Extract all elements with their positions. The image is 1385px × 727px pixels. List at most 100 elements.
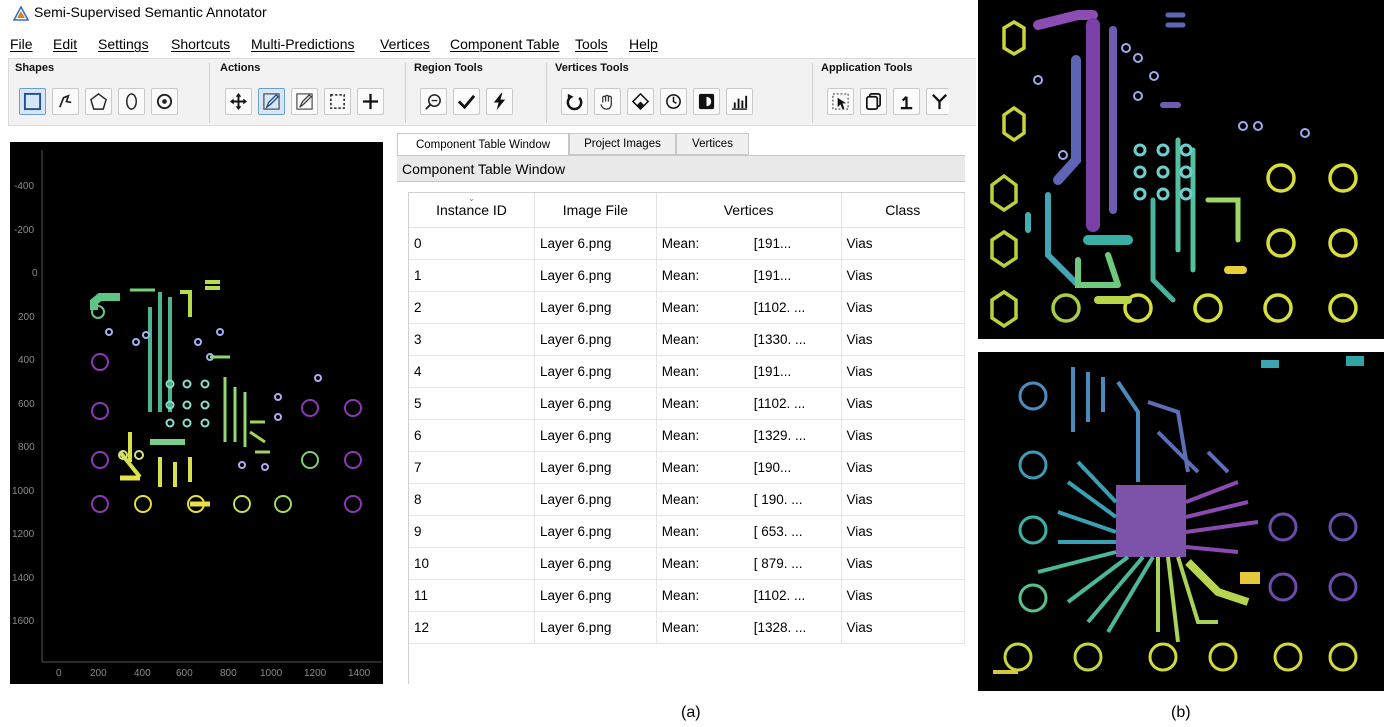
cell-instance-id[interactable]: 9 <box>409 515 536 548</box>
table-row[interactable]: 4 Layer 6.png Mean: [191... Vias <box>409 355 965 388</box>
move-tool-button[interactable] <box>225 88 252 115</box>
cell-image-file[interactable]: Layer 6.png <box>534 419 657 452</box>
table-row[interactable]: 0 Layer 6.png Mean: [191... Vias <box>409 227 965 260</box>
ellipse-tool-button[interactable] <box>118 88 145 115</box>
history-button[interactable] <box>660 88 687 115</box>
table-row[interactable]: 1 Layer 6.png Mean: [191... Vias <box>409 259 965 292</box>
erase-shape-button[interactable] <box>291 88 318 115</box>
confirm-button[interactable] <box>453 88 480 115</box>
cell-class[interactable]: Vias <box>841 611 965 644</box>
select-pointer-button[interactable] <box>827 88 854 115</box>
cell-vertices[interactable]: Mean: [1102. ... <box>656 291 842 324</box>
column-header-vertices[interactable]: Vertices <box>656 193 842 228</box>
edit-shape-button[interactable] <box>258 88 285 115</box>
point-tool-button[interactable] <box>151 88 178 115</box>
cell-instance-id[interactable]: 11 <box>409 579 536 612</box>
cell-class[interactable]: Vias <box>841 291 965 324</box>
cell-instance-id[interactable]: 6 <box>409 419 536 452</box>
select-region-button[interactable] <box>324 88 351 115</box>
column-header-class[interactable]: Class <box>841 193 965 228</box>
cell-instance-id[interactable]: 7 <box>409 451 536 484</box>
stats-button[interactable] <box>726 88 753 115</box>
tab-component-table-window[interactable]: Component Table Window <box>397 133 569 155</box>
cell-class[interactable]: Vias <box>841 227 965 260</box>
table-row[interactable]: 12 Layer 6.png Mean: [1328. ... Vias <box>409 611 965 644</box>
cell-class[interactable]: Vias <box>841 547 965 580</box>
cell-instance-id[interactable]: 0 <box>409 227 536 260</box>
tab-project-images[interactable]: Project Images <box>569 133 676 155</box>
menu-file[interactable]: File <box>10 36 33 52</box>
copy-button[interactable] <box>860 88 887 115</box>
merge-button[interactable] <box>893 88 920 115</box>
menu-vertices[interactable]: Vertices <box>380 36 430 52</box>
menu-edit[interactable]: Edit <box>53 36 77 52</box>
annotation-canvas[interactable]: -400 -200 0 200 400 600 800 1000 1200 14… <box>10 142 383 684</box>
table-row[interactable]: 10 Layer 6.png Mean: [ 879. ... Vias <box>409 547 965 580</box>
cell-image-file[interactable]: Layer 6.png <box>534 579 657 612</box>
cell-vertices[interactable]: Mean: [1328. ... <box>656 611 842 644</box>
cell-image-file[interactable]: Layer 6.png <box>534 259 657 292</box>
cell-image-file[interactable]: Layer 6.png <box>534 227 657 260</box>
cell-class[interactable]: Vias <box>841 355 965 388</box>
cell-image-file[interactable]: Layer 6.png <box>534 323 657 356</box>
table-row[interactable]: 5 Layer 6.png Mean: [1102. ... Vias <box>409 387 965 420</box>
cell-class[interactable]: Vias <box>841 515 965 548</box>
cell-class[interactable]: Vias <box>841 323 965 356</box>
cell-class[interactable]: Vias <box>841 451 965 484</box>
cell-image-file[interactable]: Layer 6.png <box>534 291 657 324</box>
cell-instance-id[interactable]: 10 <box>409 547 536 580</box>
rectangle-tool-button[interactable] <box>19 88 46 115</box>
cell-vertices[interactable]: Mean: [191... <box>656 227 842 260</box>
menu-shortcuts[interactable]: Shortcuts <box>171 36 230 52</box>
table-row[interactable]: 11 Layer 6.png Mean: [1102. ... Vias <box>409 579 965 612</box>
table-row[interactable]: 3 Layer 6.png Mean: [1330. ... Vias <box>409 323 965 356</box>
cell-vertices[interactable]: Mean: [ 653. ... <box>656 515 842 548</box>
cell-vertices[interactable]: Mean: [1102. ... <box>656 387 842 420</box>
table-row[interactable]: 2 Layer 6.png Mean: [1102. ... Vias <box>409 291 965 324</box>
cell-image-file[interactable]: Layer 6.png <box>534 547 657 580</box>
cell-class[interactable]: Vias <box>841 387 965 420</box>
crosshair-button[interactable] <box>357 88 384 115</box>
tab-vertices[interactable]: Vertices <box>676 133 749 155</box>
freehand-tool-button[interactable] <box>52 88 79 115</box>
table-row[interactable]: 6 Layer 6.png Mean: [1329. ... Vias <box>409 419 965 452</box>
column-header-instance-id[interactable]: ⌄ Instance ID <box>409 193 536 228</box>
cell-image-file[interactable]: Layer 6.png <box>534 611 657 644</box>
column-header-image-file[interactable]: Image File <box>534 193 657 228</box>
eraser-button[interactable] <box>627 88 654 115</box>
cell-image-file[interactable]: Layer 6.png <box>534 515 657 548</box>
cell-image-file[interactable]: Layer 6.png <box>534 355 657 388</box>
menu-tools[interactable]: Tools <box>575 36 608 52</box>
split-button[interactable] <box>926 88 949 115</box>
cell-instance-id[interactable]: 5 <box>409 387 536 420</box>
zoom-button[interactable] <box>420 88 447 115</box>
cell-vertices[interactable]: Mean: [ 190. ... <box>656 483 842 516</box>
component-table[interactable]: ⌄ Instance ID Image File Vertices Class … <box>408 192 965 684</box>
cell-instance-id[interactable]: 8 <box>409 483 536 516</box>
cell-class[interactable]: Vias <box>841 419 965 452</box>
cell-class[interactable]: Vias <box>841 579 965 612</box>
cell-class[interactable]: Vias <box>841 259 965 292</box>
cell-image-file[interactable]: Layer 6.png <box>534 387 657 420</box>
cell-image-file[interactable]: Layer 6.png <box>534 483 657 516</box>
cell-instance-id[interactable]: 3 <box>409 323 536 356</box>
cell-vertices[interactable]: Mean: [191... <box>656 355 842 388</box>
cell-vertices[interactable]: Mean: [ 879. ... <box>656 547 842 580</box>
menu-multi-predictions[interactable]: Multi-Predictions <box>251 36 354 52</box>
table-row[interactable]: 8 Layer 6.png Mean: [ 190. ... Vias <box>409 483 965 516</box>
cell-vertices[interactable]: Mean: [1102. ... <box>656 579 842 612</box>
menu-settings[interactable]: Settings <box>98 36 149 52</box>
cell-vertices[interactable]: Mean: [191... <box>656 259 842 292</box>
quick-predict-button[interactable] <box>486 88 513 115</box>
cell-instance-id[interactable]: 4 <box>409 355 536 388</box>
cell-vertices[interactable]: Mean: [190... <box>656 451 842 484</box>
polygon-tool-button[interactable] <box>85 88 112 115</box>
cell-instance-id[interactable]: 1 <box>409 259 536 292</box>
table-row[interactable]: 9 Layer 6.png Mean: [ 653. ... Vias <box>409 515 965 548</box>
menu-help[interactable]: Help <box>629 36 658 52</box>
cell-image-file[interactable]: Layer 6.png <box>534 451 657 484</box>
cell-instance-id[interactable]: 12 <box>409 611 536 644</box>
contrast-button[interactable] <box>693 88 720 115</box>
table-row[interactable]: 7 Layer 6.png Mean: [190... Vias <box>409 451 965 484</box>
cell-vertices[interactable]: Mean: [1329. ... <box>656 419 842 452</box>
